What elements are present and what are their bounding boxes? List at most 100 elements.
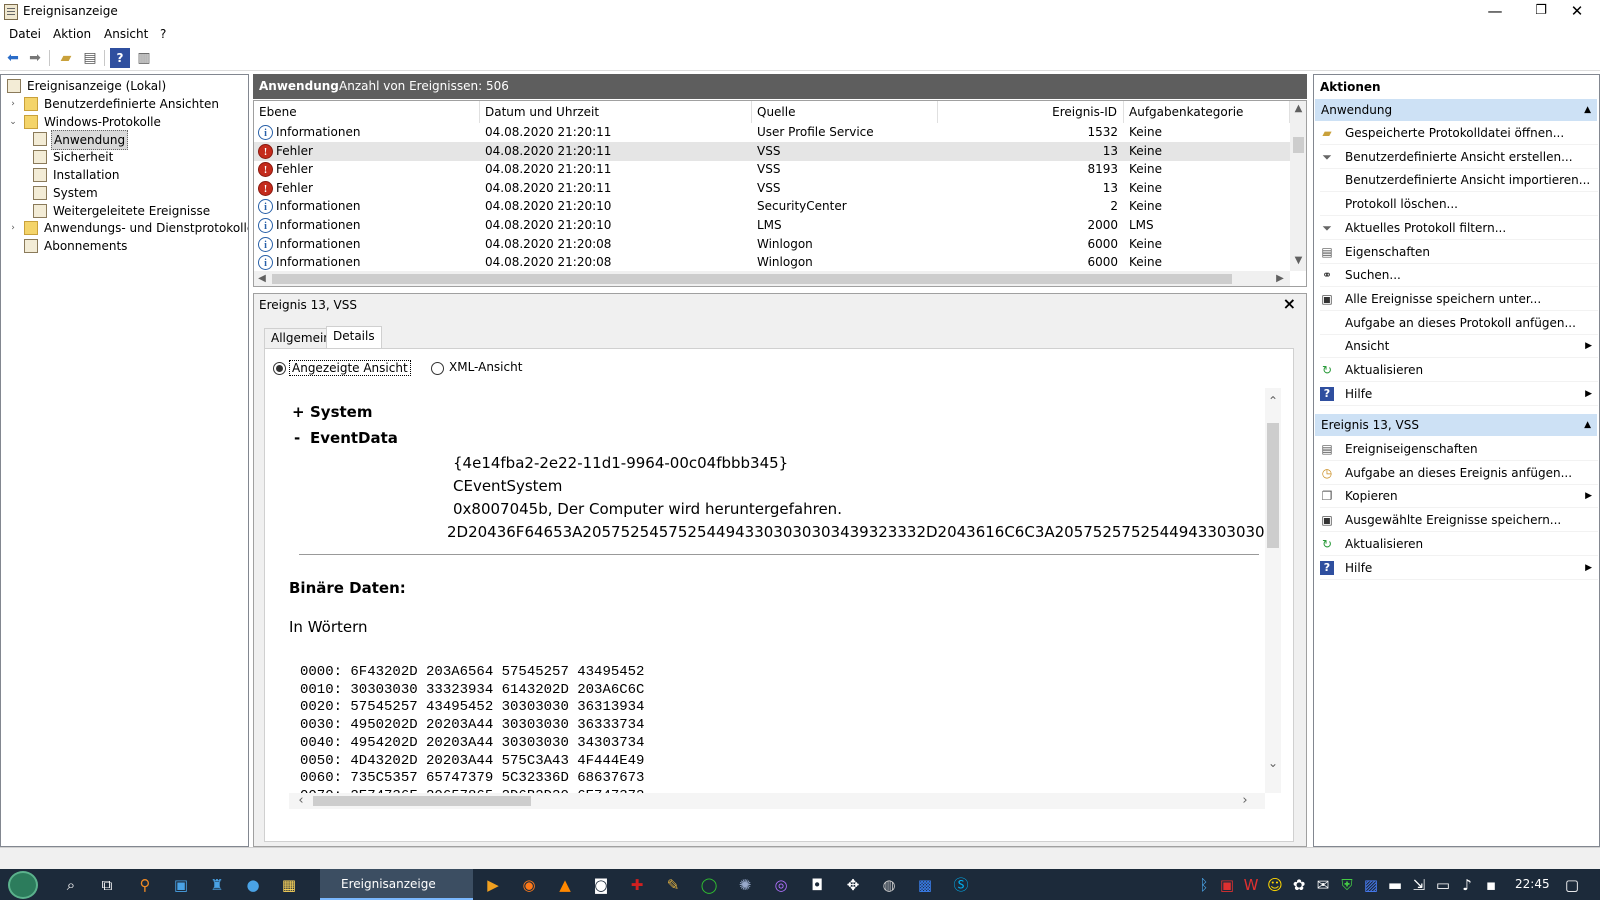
action-label[interactable]: Eigenschaften: [1345, 240, 1430, 264]
table-row[interactable]: i Informationen 04.08.2020 21:20:10 Securit…: [254, 197, 1290, 216]
tray-icon[interactable]: ☺: [1266, 874, 1284, 896]
tree-item-0[interactable]: Ereignisanzeige (Lokal): [1, 77, 248, 95]
action-item[interactable]: ▰ Gespeicherte Protokolldatei öffnen...: [1320, 121, 1598, 145]
tree-item-label[interactable]: Anwendungs- und Dienstprotokolle: [42, 219, 248, 237]
scroll-right-icon[interactable]: ›: [1239, 793, 1251, 808]
tree-item-label[interactable]: System: [51, 184, 100, 202]
column-datum[interactable]: Datum und Uhrzeit: [480, 101, 752, 123]
action-label[interactable]: Ausgewählte Ereignisse speichern...: [1345, 508, 1561, 532]
list-horizontal-scrollbar[interactable]: ◀ ▶: [254, 271, 1290, 286]
tree-expander-icon[interactable]: ›: [8, 95, 18, 113]
action-label[interactable]: Hilfe: [1345, 382, 1372, 406]
media-player-icon[interactable]: ▶: [482, 874, 504, 896]
tree-expander-icon[interactable]: ›: [8, 219, 18, 237]
action-label[interactable]: Benutzerdefinierte Ansicht erstellen...: [1345, 145, 1573, 169]
app-icon[interactable]: ◍: [878, 874, 900, 896]
table-row[interactable]: i Informationen 04.08.2020 21:20:08 Winlogo…: [254, 235, 1290, 254]
store-icon[interactable]: ▦: [278, 874, 300, 896]
app-icon[interactable]: ♜: [206, 874, 228, 896]
action-item[interactable]: ↻ Aktualisieren: [1320, 532, 1598, 556]
search-icon[interactable]: ⌕: [60, 874, 82, 896]
tree-item-label[interactable]: Installation: [51, 166, 121, 184]
scroll-up-icon[interactable]: ▲: [1290, 103, 1306, 114]
show-hide-tree-icon[interactable]: ▤: [80, 48, 100, 68]
app-icon[interactable]: ✥: [842, 874, 864, 896]
action-label[interactable]: Ansicht: [1345, 334, 1389, 358]
tree-item-3[interactable]: Anwendung: [1, 130, 248, 151]
scroll-down-icon[interactable]: ⌄: [1265, 756, 1281, 770]
minimize-button[interactable]: —: [1472, 0, 1518, 24]
detail-vertical-scrollbar[interactable]: ⌃ ⌄: [1265, 388, 1281, 793]
tab-details[interactable]: Details: [326, 326, 382, 348]
action-label[interactable]: Aktuelles Protokoll filtern...: [1345, 216, 1506, 240]
tree-item-2[interactable]: ⌄ Windows-Protokolle: [1, 113, 248, 131]
action-label[interactable]: Aufgabe an dieses Ereignis anfügen...: [1345, 461, 1572, 485]
table-row[interactable]: ! Fehler 04.08.2020 21:20:11 VSS 8193 Keine: [254, 160, 1290, 179]
start-icon[interactable]: [8, 871, 38, 899]
app-icon[interactable]: ▣: [170, 874, 192, 896]
column-quelle[interactable]: Quelle: [752, 101, 938, 123]
action-item[interactable]: ? Hilfe ▶: [1320, 556, 1598, 580]
table-row[interactable]: ! Fehler 04.08.2020 21:20:11 VSS 13 Keine: [254, 141, 1290, 161]
action-item[interactable]: ▤ Ereigniseigenschaften: [1320, 437, 1598, 461]
app-icon[interactable]: ◯: [698, 874, 720, 896]
actions-section-event[interactable]: Ereignis 13, VSS: [1315, 414, 1597, 436]
keyboard-icon[interactable]: ▪: [1482, 874, 1500, 896]
action-label[interactable]: Hilfe: [1345, 556, 1372, 580]
tree-item-1[interactable]: › Benutzerdefinierte Ansichten: [1, 95, 248, 113]
tree-item-label[interactable]: Benutzerdefinierte Ansichten: [42, 95, 221, 113]
action-item[interactable]: ◷ Aufgabe an dieses Ereignis anfügen...: [1320, 461, 1598, 485]
notification-icon[interactable]: ▢: [1562, 874, 1582, 896]
detail-close-icon[interactable]: ×: [1283, 294, 1296, 313]
action-item[interactable]: ❐ Kopieren ▶: [1320, 484, 1598, 509]
column-ebene[interactable]: Ebene: [254, 101, 480, 123]
radio-xml-view[interactable]: [431, 362, 444, 375]
task-view-icon[interactable]: ⧉: [96, 874, 118, 896]
expand-system-icon[interactable]: +: [292, 403, 305, 421]
tree-item-label[interactable]: Sicherheit: [51, 148, 115, 166]
tray-icon[interactable]: W: [1242, 874, 1260, 896]
tree-item-6[interactable]: System: [1, 184, 248, 202]
table-row[interactable]: ! Fehler 04.08.2020 21:20:11 VSS 13 Keine: [254, 179, 1290, 198]
table-row[interactable]: i Informationen 04.08.2020 21:20:08 Winlogo…: [254, 253, 1290, 272]
back-icon[interactable]: ⬅: [3, 48, 23, 68]
section-eventdata[interactable]: EventData: [310, 429, 398, 447]
hscroll-thumb[interactable]: [272, 274, 1232, 284]
skype-icon[interactable]: Ⓢ: [950, 874, 972, 896]
app-icon[interactable]: ✚: [626, 874, 648, 896]
tray-icon[interactable]: ▨: [1362, 874, 1380, 896]
menu-ansicht[interactable]: Ansicht: [104, 27, 148, 41]
tree-item-9[interactable]: Abonnements: [1, 237, 248, 255]
action-item[interactable]: ⏷ Aktuelles Protokoll filtern...: [1320, 216, 1598, 240]
tree-item-5[interactable]: Installation: [1, 166, 248, 184]
tree-item-label[interactable]: Windows-Protokolle: [42, 113, 163, 131]
section-system[interactable]: System: [310, 403, 372, 421]
action-label[interactable]: Kopieren: [1345, 484, 1398, 508]
taskbar-active-label[interactable]: Ereignisanzeige: [341, 877, 436, 891]
table-row[interactable]: i Informationen 04.08.2020 21:20:11 User Pr…: [254, 123, 1290, 142]
app-icon[interactable]: ◎: [770, 874, 792, 896]
firefox-icon[interactable]: ◉: [518, 874, 540, 896]
tray-icon[interactable]: ⇲: [1410, 874, 1428, 896]
action-item[interactable]: ▣ Ausgewählte Ereignisse speichern...: [1320, 508, 1598, 533]
action-label[interactable]: Gespeicherte Protokolldatei öffnen...: [1345, 121, 1564, 145]
detail-scroll-thumb[interactable]: [1267, 423, 1279, 548]
tree-item-label[interactable]: Ereignisanzeige (Lokal): [25, 77, 168, 95]
detail-horizontal-scrollbar[interactable]: ‹ ›: [289, 793, 1265, 809]
vlc-icon[interactable]: ▲: [554, 874, 576, 896]
app-icon[interactable]: ●: [242, 874, 264, 896]
tree-expander-icon[interactable]: ⌄: [8, 113, 18, 131]
action-item[interactable]: Aufgabe an dieses Protokoll anfügen...: [1320, 311, 1598, 335]
bluetooth-icon[interactable]: ᛒ: [1196, 874, 1212, 896]
tray-icon[interactable]: ▬: [1386, 874, 1404, 896]
action-item[interactable]: ? Hilfe ▶: [1320, 382, 1598, 406]
scroll-left-icon[interactable]: ◀: [256, 273, 268, 284]
table-row[interactable]: i Informationen 04.08.2020 21:20:10 LMS 2000…: [254, 216, 1290, 235]
action-pane-icon[interactable]: ▥: [134, 48, 154, 68]
tray-icon[interactable]: ✿: [1290, 874, 1308, 896]
action-item[interactable]: ▤ Eigenschaften: [1320, 240, 1598, 264]
network-icon[interactable]: ▭: [1434, 874, 1452, 896]
action-label[interactable]: Aktualisieren: [1345, 358, 1423, 382]
action-label[interactable]: Aufgabe an dieses Protokoll anfügen...: [1345, 311, 1576, 335]
action-item[interactable]: ▣ Alle Ereignisse speichern unter...: [1320, 287, 1598, 311]
